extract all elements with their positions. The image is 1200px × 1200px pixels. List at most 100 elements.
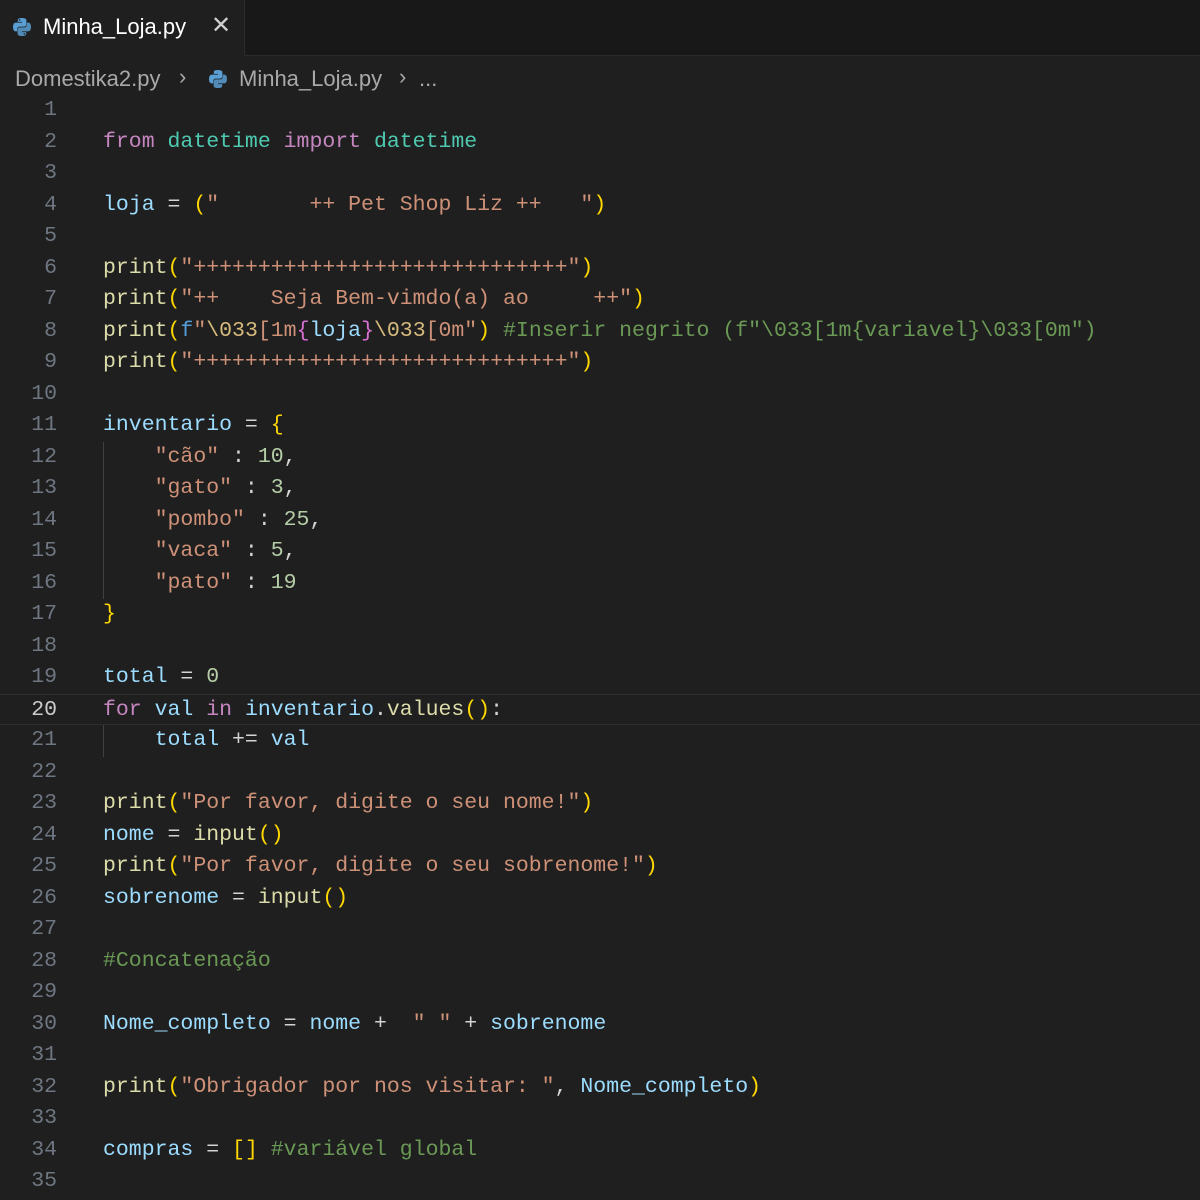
code-line[interactable]: 31 [0, 1040, 1200, 1072]
code-token: : [219, 444, 258, 469]
code-line[interactable]: 1 [0, 95, 1200, 127]
code-line[interactable]: 12 "cão" : 10, [0, 442, 1200, 474]
code-line[interactable]: 9 print("+++++++++++++++++++++++++++++") [0, 347, 1200, 379]
code-line[interactable]: 34 compras = [] #variável global [0, 1135, 1200, 1167]
code-token: total [154, 728, 220, 752]
python-file-icon [13, 18, 31, 36]
code-line[interactable]: 25 print("Por favor, digite o seu sobreno… [0, 851, 1200, 883]
indent-guide [103, 441, 104, 599]
line-number: 29 [31, 980, 57, 1004]
line-number: 4 [44, 192, 57, 217]
line-number: 13 [31, 476, 57, 500]
code-token: input [193, 822, 258, 847]
code-line[interactable]: 8 print(f"\033[1m{loja}\033[0m") #Inserir… [0, 316, 1200, 348]
code-line[interactable]: 14 "pombo" : 25, [0, 505, 1200, 537]
code-token: "gato" [154, 476, 233, 500]
code-editor[interactable]: 1 2 from datetime import datetime 3 4 loja = … [0, 95, 1200, 1200]
code-token: () [257, 822, 284, 847]
code-token: Nome_completo [580, 1074, 749, 1099]
code-line[interactable]: 15 "vaca" : 5, [0, 536, 1200, 568]
code-line[interactable]: 10 [0, 379, 1200, 411]
code-token: "+++++++++++++++++++++++++++++" [180, 350, 581, 374]
line-number: 2 [44, 129, 57, 154]
code-token: ( [167, 287, 181, 311]
code-line[interactable]: 20 for val in inventario.values(): [0, 693, 1200, 727]
code-token: #Concatenação [103, 948, 271, 973]
breadcrumb-item-symbols[interactable]: ... [419, 66, 437, 92]
code-token: f [180, 318, 194, 343]
code-line[interactable]: 27 [0, 914, 1200, 946]
line-number: 31 [31, 1043, 57, 1067]
line-number: 28 [31, 948, 57, 973]
line-number: 26 [31, 885, 57, 910]
code-token: [0m" [425, 318, 478, 343]
code-token: print [103, 255, 168, 280]
code-line[interactable]: 28 #Concatenação [0, 946, 1200, 978]
breadcrumb-item-minha-loja[interactable]: Minha_Loja.py [239, 66, 382, 92]
code-line[interactable]: 23 print("Por favor, digite o seu nome!") [0, 788, 1200, 820]
code-token: ( [167, 854, 181, 878]
code-token: : [232, 570, 271, 595]
code-line[interactable]: 26 sobrenome = input() [0, 883, 1200, 915]
code-line[interactable]: 33 [0, 1103, 1200, 1135]
code-line[interactable]: 7 print("++ Seja Bem-vimdo(a) ao ++") [0, 284, 1200, 316]
code-line[interactable]: 17} [0, 599, 1200, 631]
code-text: "cão" : 10, [103, 442, 297, 474]
indent-guide [103, 725, 104, 757]
code-line[interactable]: 29 [0, 977, 1200, 1009]
code-token: + [361, 1011, 413, 1036]
code-line[interactable]: 6 print("+++++++++++++++++++++++++++++") [0, 253, 1200, 285]
code-line[interactable]: 30 Nome_completo = nome + " " + sobrenome [0, 1009, 1200, 1041]
code-line[interactable]: 2 from datetime import datetime [0, 127, 1200, 159]
code-token: = [193, 1137, 233, 1162]
line-number: 15 [31, 539, 57, 563]
tab-minha-loja[interactable]: Minha_Loja.py ✕ [0, 0, 245, 56]
code-token: = [167, 665, 207, 689]
code-token: nome [103, 822, 155, 847]
code-line[interactable]: 32 print("Obrigador por nos visitar: ", N… [0, 1072, 1200, 1104]
code-line[interactable]: 19 total = 0 [0, 662, 1200, 694]
code-token: datetime [167, 129, 271, 154]
code-line[interactable]: 22 [0, 757, 1200, 789]
code-line[interactable]: 3 [0, 158, 1200, 190]
line-number: 17 [31, 602, 57, 626]
code-line[interactable]: 16 "pato" : 19 [0, 568, 1200, 600]
line-number: 14 [31, 507, 57, 532]
line-number: 33 [31, 1106, 57, 1130]
code-line[interactable]: 11 inventario = { [0, 410, 1200, 442]
code-token: "pato" [154, 570, 233, 595]
code-token: 19 [270, 570, 297, 595]
code-text: print("Por favor, digite o seu sobrenome… [103, 851, 658, 883]
code-line[interactable]: 35 [0, 1166, 1200, 1198]
code-text: } [103, 599, 116, 631]
code-token: print [103, 854, 168, 878]
close-icon[interactable]: ✕ [209, 12, 233, 40]
code-token: val [154, 697, 194, 722]
code-token: [] [232, 1137, 258, 1162]
breadcrumb-item-domestika2[interactable]: Domestika2.py [15, 66, 161, 92]
code-text: from datetime import datetime [103, 127, 477, 159]
code-token: , [283, 476, 297, 500]
code-token: { [296, 318, 310, 343]
code-text: for val in inventario.values(): [103, 695, 503, 727]
code-token: #Inserir negrito (f"\033[1m{variavel}\03… [503, 318, 1097, 343]
code-token: " ++ Pet Shop Liz ++ " [206, 192, 594, 217]
line-number: 3 [44, 161, 57, 185]
code-line[interactable]: 21 total += val [0, 725, 1200, 757]
code-line[interactable]: 18 [0, 631, 1200, 663]
code-line[interactable]: 24 nome = input() [0, 820, 1200, 852]
code-token: , [283, 539, 297, 563]
code-token: + [451, 1011, 491, 1036]
code-line[interactable]: 5 [0, 221, 1200, 253]
code-token: sobrenome [103, 885, 220, 910]
code-token: "vaca" [154, 539, 233, 563]
code-token: input [257, 885, 323, 910]
code-line[interactable]: 4 loja = (" ++ Pet Shop Liz ++ ") [0, 190, 1200, 222]
code-token: () [322, 885, 349, 910]
code-line[interactable]: 13 "gato" : 3, [0, 473, 1200, 505]
code-text: print("+++++++++++++++++++++++++++++") [103, 347, 593, 379]
code-token: inventario [103, 413, 233, 437]
